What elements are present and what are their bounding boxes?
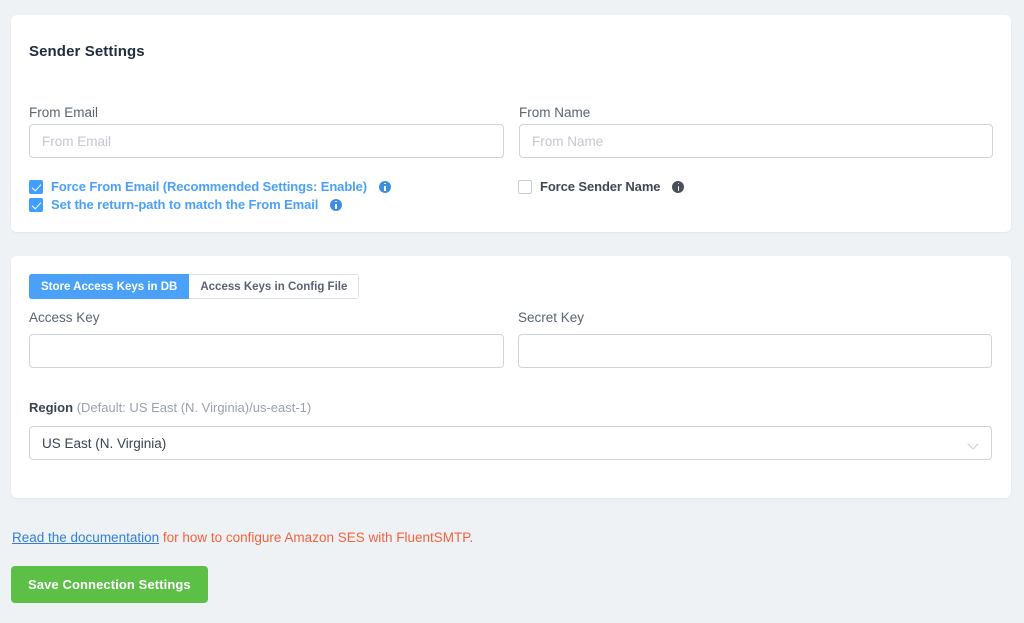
region-label: Region <box>29 400 74 415</box>
force-from-email-checkbox-row[interactable]: Force From Email (Recommended Settings: … <box>29 179 392 194</box>
secret-key-input[interactable] <box>518 334 992 368</box>
tab-access-keys-in-config-file[interactable]: Access Keys in Config File <box>189 274 360 299</box>
force-sender-name-checkbox-row[interactable]: Force Sender Name <box>518 179 685 194</box>
access-key-input[interactable] <box>29 334 504 368</box>
from-name-label: From Name <box>519 105 591 120</box>
save-connection-settings-button[interactable]: Save Connection Settings <box>11 566 208 603</box>
secret-key-label: Secret Key <box>518 310 585 325</box>
info-icon[interactable] <box>330 198 343 211</box>
sender-settings-card: Sender Settings From Email From Name For… <box>11 15 1011 232</box>
region-default-note: (Default: US East (N. Virginia)/us-east-… <box>76 400 312 415</box>
info-icon[interactable] <box>672 180 685 193</box>
return-path-checkbox-row[interactable]: Set the return-path to match the From Em… <box>29 197 343 212</box>
from-email-label: From Email <box>29 105 99 120</box>
force-sender-name-label: Force Sender Name <box>540 179 661 194</box>
chevron-down-icon <box>968 438 979 449</box>
from-name-input[interactable] <box>519 124 993 158</box>
region-label-line: Region (Default: US East (N. Virginia)/u… <box>29 400 311 415</box>
documentation-note: Read the documentation for how to config… <box>12 530 473 545</box>
settings-page: Sender Settings From Email From Name For… <box>0 0 1024 623</box>
region-select-value: US East (N. Virginia) <box>42 435 167 451</box>
force-from-email-label: Force From Email (Recommended Settings: … <box>51 179 368 194</box>
access-key-label: Access Key <box>29 310 100 325</box>
region-select[interactable]: US East (N. Virginia) <box>29 426 992 460</box>
documentation-link[interactable]: Read the documentation <box>12 530 159 545</box>
force-sender-name-checkbox[interactable] <box>518 179 532 194</box>
return-path-checkbox[interactable] <box>29 197 43 212</box>
tab-store-access-keys-in-db[interactable]: Store Access Keys in DB <box>29 274 190 299</box>
from-email-input[interactable] <box>29 124 504 158</box>
return-path-label: Set the return-path to match the From Em… <box>51 197 319 212</box>
documentation-note-text: for how to configure Amazon SES with Flu… <box>159 530 474 545</box>
access-keys-tab-group[interactable]: Store Access Keys in DB Access Keys in C… <box>29 274 360 299</box>
info-icon[interactable] <box>379 180 392 193</box>
force-from-email-checkbox[interactable] <box>29 179 43 194</box>
page-title: Sender Settings <box>29 43 145 60</box>
